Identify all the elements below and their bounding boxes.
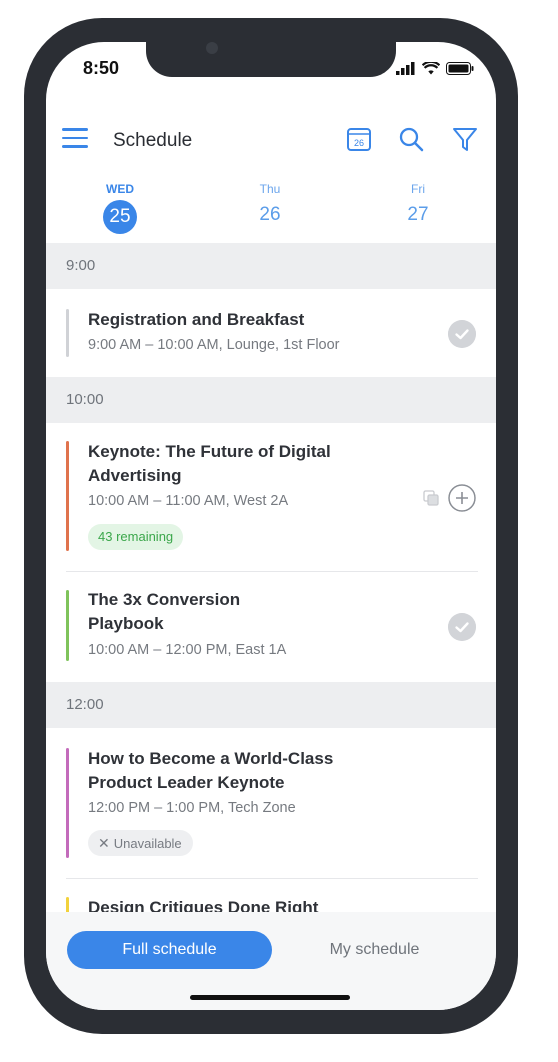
day-date: 27 [407,204,429,225]
session-card[interactable]: Registration and Breakfast 9:00 AM – 10:… [46,289,496,377]
session-title: The 3x Conversion Playbook [88,590,241,633]
page-title: Schedule [113,130,193,151]
add-icon[interactable] [448,484,476,512]
day-name: Fri [411,182,425,196]
day-date: 25 [103,200,137,234]
wifi-icon [422,62,440,75]
filter-icon[interactable] [452,126,478,152]
session-color-bar [66,748,69,858]
time-header: 10:00 [46,377,496,423]
time-header: 12:00 [46,682,496,728]
time-header: 9:00 [46,243,496,289]
session-meta: 10:00 AM – 12:00 PM, East 1A [88,642,287,658]
notch [146,42,396,77]
check-icon[interactable] [448,320,476,348]
session-meta: 12:00 PM – 1:00 PM, Tech Zone [88,800,296,816]
camera-dot [206,42,218,54]
session-card[interactable]: How to Become a World-Class Product Lead… [46,728,496,878]
tab-fri[interactable]: Fri 27 [388,182,448,226]
calendar-date-label: 26 [354,138,364,148]
remaining-badge: 43 remaining [88,524,184,550]
signal-icon [396,62,415,75]
session-card[interactable]: The 3x Conversion Playbook 10:00 AM – 12… [46,572,496,682]
session-color-bar [66,309,69,357]
calendar-icon[interactable]: 26 [346,126,372,152]
session-title: How to Become a World-Class Product Lead… [88,749,334,792]
full-schedule-button[interactable]: Full schedule [67,931,272,969]
tab-wed[interactable]: WED 25 [90,182,150,234]
tab-thu[interactable]: Thu 26 [240,182,300,226]
app-header: Schedule 26 [46,122,496,158]
session-meta: 9:00 AM – 10:00 AM, Lounge, 1st Floor [88,337,340,353]
my-schedule-button[interactable]: My schedule [292,931,457,969]
day-name: Thu [259,182,281,196]
battery-icon [446,62,474,75]
day-date: 26 [259,204,281,225]
phone-frame: 8:50 Schedule 26 WED 25 Thu 26 Fri 27 9:… [24,18,518,1034]
status-icons [396,62,474,75]
session-color-bar [66,590,69,661]
home-indicator[interactable] [190,995,350,1000]
session-card[interactable]: Keynote: The Future of Digital Advertisi… [46,423,496,571]
check-icon[interactable] [448,613,476,641]
app-screen: 8:50 Schedule 26 WED 25 Thu 26 Fri 27 9:… [46,42,496,1010]
day-name: WED [106,182,134,196]
unavailable-badge: ✕ Unavailable [88,830,193,856]
search-icon[interactable] [398,126,424,152]
session-title: Registration and Breakfast [88,310,305,329]
copy-icon[interactable] [422,489,440,507]
unavailable-label: Unavailable [113,836,182,851]
session-color-bar [66,441,69,551]
status-time: 8:50 [83,58,120,78]
day-tabs: WED 25 Thu 26 Fri 27 [46,182,496,242]
close-icon: ✕ [98,835,110,851]
session-title: Keynote: The Future of Digital Advertisi… [88,442,331,485]
menu-icon[interactable] [62,128,88,150]
session-meta: 10:00 AM – 11:00 AM, West 2A [88,493,289,509]
